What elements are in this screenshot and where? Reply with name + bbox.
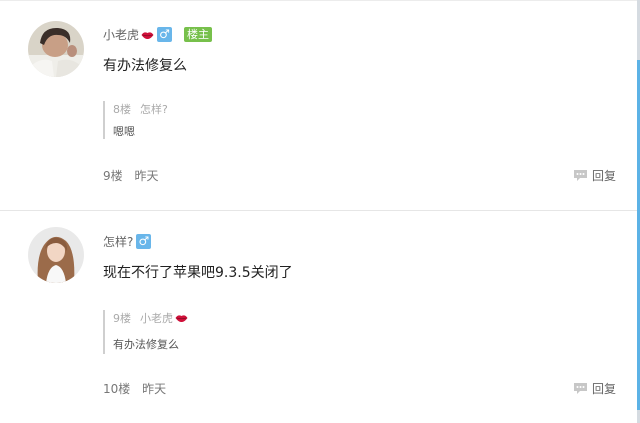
quote-author[interactable]: 怎样? <box>140 101 168 117</box>
quote-floor: 8楼 <box>113 103 131 116</box>
quoted-reply: 9楼 小老虎 有办法修复么 <box>103 310 593 354</box>
lips-icon <box>141 29 154 40</box>
comment-post: 怎样? ♂ 现在不行了苹果吧9.3.5关闭了 9楼 小老虎 有办法修复么 10楼… <box>0 210 637 423</box>
quote-text: 嗯嗯 <box>113 125 135 138</box>
username-row: 怎样? ♂ <box>103 232 152 250</box>
comment-text: 有办法修复么 <box>103 58 187 74</box>
quote-meta: 8楼 怎样? <box>113 101 593 117</box>
op-badge: 楼主 <box>184 26 213 42</box>
quoted-reply: 8楼 怎样? 嗯嗯 <box>103 101 593 139</box>
reply-icon <box>573 383 587 394</box>
post-time: 昨天 <box>134 169 159 183</box>
avatar[interactable] <box>28 21 84 77</box>
comment-post: 小老虎 ♂ 楼主 有办法修复么 8楼 怎样? 嗯嗯 9楼 昨天 回复 <box>0 0 637 211</box>
lips-icon <box>175 313 188 323</box>
floor-number: 10楼 <box>103 382 131 396</box>
male-icon: ♂ <box>157 26 173 42</box>
reply-icon <box>573 170 587 181</box>
username-row: 小老虎 ♂ 楼主 <box>103 25 213 43</box>
avatar[interactable] <box>28 227 84 283</box>
post-time: 昨天 <box>142 382 167 396</box>
quote-meta: 9楼 小老虎 <box>113 310 593 326</box>
quote-floor: 9楼 <box>113 312 131 325</box>
reply-label: 回复 <box>591 382 616 396</box>
username[interactable]: 怎样? <box>103 233 133 250</box>
floor-number: 9楼 <box>103 169 123 183</box>
reply-button[interactable]: 回复 <box>573 380 616 397</box>
reply-button[interactable]: 回复 <box>573 167 616 184</box>
reply-label: 回复 <box>591 169 616 183</box>
post-meta: 10楼 昨天 <box>103 380 166 397</box>
male-icon: ♂ <box>136 233 152 249</box>
comment-text: 现在不行了苹果吧9.3.5关闭了 <box>103 265 293 281</box>
quote-author[interactable]: 小老虎 <box>140 310 173 326</box>
quote-text: 有办法修复么 <box>113 338 179 351</box>
username[interactable]: 小老虎 <box>103 26 139 43</box>
post-meta: 9楼 昨天 <box>103 167 158 184</box>
